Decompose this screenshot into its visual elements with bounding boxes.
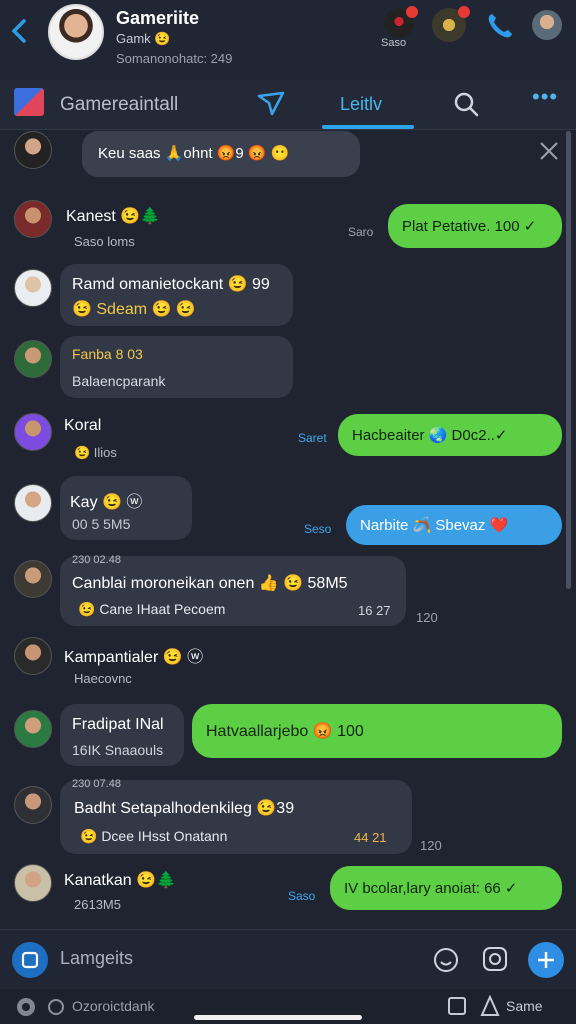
message-time: 44 21 xyxy=(354,830,387,845)
outgoing-message[interactable]: Narbite 🪃 Sbevaz ❤️ xyxy=(346,505,562,545)
sender-meta: 00 5 5M5 xyxy=(72,516,131,532)
group-badge xyxy=(458,6,470,18)
avatar[interactable] xyxy=(14,269,52,307)
sticker-icon[interactable] xyxy=(14,995,38,1019)
sender-name: Kanatkan 😉🌲 xyxy=(64,872,176,889)
sender-meta: 2613M5 xyxy=(74,897,121,912)
plus-icon xyxy=(538,952,554,968)
user-avatar[interactable] xyxy=(532,10,562,40)
app-logo-icon xyxy=(14,88,44,116)
incoming-message[interactable]: Ramd omanietockant 😉 99 😉 Sdeam 😉 😉 xyxy=(60,264,293,326)
avatar[interactable] xyxy=(14,786,52,824)
sender-meta: 😉 Ilios xyxy=(74,445,117,460)
avatar[interactable] xyxy=(14,864,52,902)
message-time: 16 27 xyxy=(358,603,391,618)
message-subtext: 😉 Sdeam 😉 😉 xyxy=(72,301,196,318)
phone-icon[interactable] xyxy=(484,10,516,42)
bottom-right-label[interactable]: Same xyxy=(506,998,543,1014)
sender-name: Koral xyxy=(64,417,102,434)
more-dots-icon[interactable]: ••• xyxy=(532,86,562,112)
app-header: Gameriite Gamk 😉 Somanonohatc: 249 Saso xyxy=(0,0,576,80)
notification-badge xyxy=(406,6,418,18)
outgoing-message[interactable]: IV bcolar,lary anoiat: 66 ✓ xyxy=(330,866,562,910)
sender-name: Fradipat INal xyxy=(72,716,164,733)
chat-status: Gamk 😉 xyxy=(116,31,171,46)
message-side-label: Saso xyxy=(288,889,316,903)
profile-avatar[interactable] xyxy=(48,4,104,60)
avatar[interactable] xyxy=(14,340,52,378)
message-text: Plat Petative. 100 ✓ xyxy=(402,218,537,235)
sender-meta: Haecovnc xyxy=(74,671,132,686)
avatar[interactable] xyxy=(14,131,52,169)
avatar[interactable] xyxy=(14,413,52,451)
message-text: Hacbeaiter 🌏 D0c2..✓ xyxy=(352,427,508,444)
avatar[interactable] xyxy=(14,560,52,598)
home-indicator[interactable] xyxy=(194,1015,362,1020)
pinned-text: Keu saas 🙏ohnt 😡9 😡 😶 xyxy=(98,145,290,162)
attach-icon xyxy=(21,951,39,969)
message-side-label: Saro xyxy=(348,225,374,239)
message-text: Narbite 🪃 Sbevaz ❤️ xyxy=(360,517,509,534)
message-input[interactable]: Lamgeits xyxy=(60,948,133,969)
message-text: Ramd omanietockant 😉 99 xyxy=(72,276,270,293)
message-subtext: Balaencparank xyxy=(72,373,166,389)
message-text: Badht Setapalhodenkileg 😉39 xyxy=(74,800,295,817)
incoming-message[interactable]: Fradipat INal 16IK Snaaouls xyxy=(60,704,184,766)
message-side-label: Seso xyxy=(304,522,332,536)
message-composer: Lamgeits xyxy=(0,929,576,989)
add-button[interactable] xyxy=(528,942,564,978)
message-side-label: Saret xyxy=(298,431,327,445)
group-avatar[interactable] xyxy=(432,6,470,42)
sender-meta: 16IK Snaaouls xyxy=(72,742,164,758)
outgoing-message[interactable]: Plat Petative. 100 ✓ xyxy=(388,204,562,248)
bottom-left-label[interactable]: Ozoroictdank xyxy=(72,998,154,1014)
avatar[interactable] xyxy=(14,484,52,522)
gallery-icon[interactable] xyxy=(446,995,468,1017)
camera-icon[interactable] xyxy=(482,946,508,972)
attach-button[interactable] xyxy=(12,942,48,978)
outgoing-message[interactable]: Hacbeaiter 🌏 D0c2..✓ xyxy=(338,414,562,456)
message-text: Hatvaallarjebo 😡 100 xyxy=(206,723,364,740)
back-chevron-icon[interactable] xyxy=(6,16,32,46)
message-subtext: 😉 Dcee IHsst Onatann xyxy=(80,828,228,844)
share-icon[interactable] xyxy=(480,995,500,1017)
sender-meta: Saso loms xyxy=(74,234,135,249)
notification-avatar[interactable] xyxy=(384,6,418,38)
active-tab-indicator xyxy=(322,125,414,129)
message-date: 230 02.48 xyxy=(72,554,121,566)
send-arrow-icon[interactable] xyxy=(256,90,286,116)
chat-title: Gameriite xyxy=(116,8,200,28)
chat-scrollbar[interactable] xyxy=(566,131,571,589)
close-icon[interactable] xyxy=(538,140,560,162)
message-date: 230 07.48 xyxy=(72,778,121,790)
sender-name: Kanest 😉🌲 xyxy=(66,208,161,225)
chat-member-count: Somanonohatc: 249 xyxy=(116,51,233,66)
tab-bar: Gamereaintall Leitlv ••• xyxy=(0,80,576,130)
incoming-message[interactable]: Fanba 8 03 Balaencparank xyxy=(60,336,293,398)
message-subtext: 😉 Cane IHaat Pecoem xyxy=(78,601,226,617)
message-text: IV bcolar,lary anoiat: 66 ✓ xyxy=(344,880,518,897)
tab-active[interactable]: Leitlv xyxy=(340,94,382,115)
incoming-message[interactable]: 230 02.48 Canblai moroneikan onen 👍 😉 58… xyxy=(60,554,406,626)
sender-name: Kampantialer 😉 ⓦ xyxy=(64,649,204,666)
incoming-message[interactable]: 230 07.48 Badht Setapalhodenkileg 😉39 😉 … xyxy=(60,778,412,854)
message-outer-time: 120 xyxy=(420,838,442,853)
message-outer-time: 120 xyxy=(416,610,438,625)
message-text: Fanba 8 03 xyxy=(72,346,143,362)
search-icon[interactable] xyxy=(452,90,480,118)
avatar[interactable] xyxy=(14,637,52,675)
outgoing-message[interactable]: Hatvaallarjebo 😡 100 xyxy=(192,704,562,758)
sender-name: Kay 😉 ⓦ xyxy=(70,494,143,511)
avatar[interactable] xyxy=(14,200,52,238)
incoming-message[interactable]: Kay 😉 ⓦ 00 5 5M5 xyxy=(60,476,192,540)
avatar[interactable] xyxy=(14,710,52,748)
pinned-message[interactable]: Keu saas 🙏ohnt 😡9 😡 😶 xyxy=(82,131,360,177)
message-text: Canblai moroneikan onen 👍 😉 58M5 xyxy=(72,575,348,592)
tab-group-title[interactable]: Gamereaintall xyxy=(60,94,178,116)
link-icon[interactable] xyxy=(46,997,66,1017)
emoji-icon[interactable] xyxy=(432,946,460,974)
notification-label: Saso xyxy=(381,37,407,49)
